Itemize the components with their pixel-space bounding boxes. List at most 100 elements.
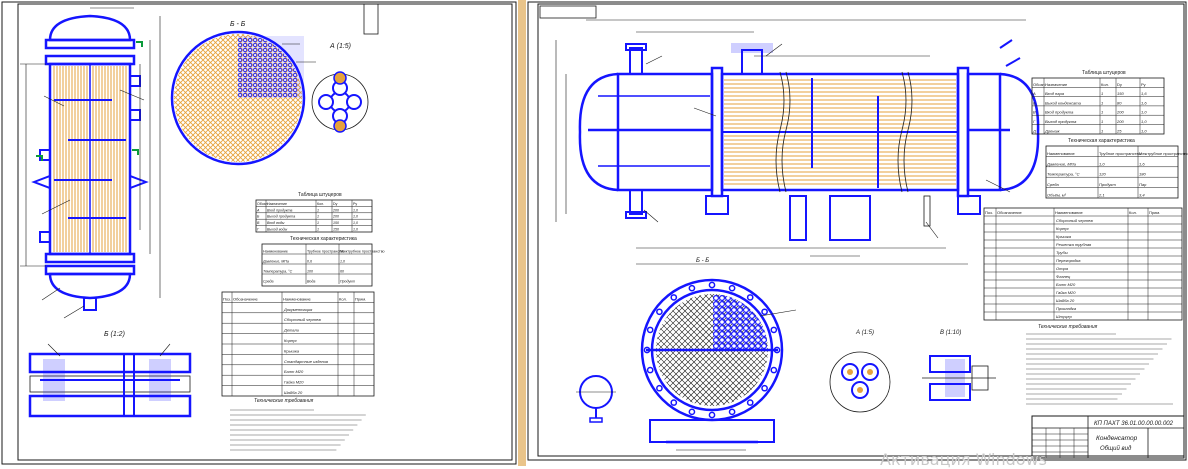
- spec-row-name: Болт М20: [284, 369, 304, 374]
- table-cell: 1: [317, 208, 319, 212]
- spec-row-name: Опора: [1056, 266, 1069, 271]
- table-cell: 1: [1101, 110, 1103, 115]
- table-header-cell: Межтрубное пространство: [340, 250, 385, 254]
- table-cell: 0,6: [307, 260, 312, 264]
- spec-row-name: Трубы: [1056, 250, 1068, 255]
- table-cell: Б: [1033, 100, 1036, 105]
- table-cell: В: [1033, 110, 1036, 115]
- table-cell: 200: [332, 208, 339, 212]
- table-header-cell: Dу: [1117, 82, 1122, 87]
- right-nozzle-table-title: Таблица штуцеров: [1082, 70, 1126, 76]
- right-tech-table-title: Техническая характеристика: [1068, 138, 1135, 144]
- spec-row-name: Крышка: [1056, 234, 1072, 239]
- table-header-cell: Кол.: [317, 202, 324, 206]
- table-cell: 200: [1116, 110, 1124, 115]
- table-cell: Г: [1033, 119, 1036, 124]
- table-header-cell: Pу: [1141, 82, 1146, 87]
- title-block: КП ПАХТ 36.01.00.00.00.002 Конденсатор О…: [1031, 415, 1185, 459]
- table-cell: 1: [1101, 119, 1103, 124]
- detail-a-label: А (1:5): [855, 330, 874, 336]
- spec-header-cell: Кол.: [1129, 210, 1137, 215]
- table-cell: 1,0: [340, 260, 345, 264]
- horizontal-condenser: [555, 19, 1040, 265]
- table-cell: А: [256, 208, 260, 212]
- spec-header-cell: Наименование: [283, 296, 312, 301]
- table-cell: Температура, °С: [263, 270, 293, 274]
- table-header-cell: Кол.: [1101, 82, 1109, 87]
- right-tech-table: Техническая характеристика Наименование Т…: [1045, 138, 1188, 199]
- table-header-cell: Назначение: [1045, 82, 1068, 87]
- title-block-subtitle: Общий вид: [1100, 445, 1132, 452]
- spec-header-cell: Поз.: [223, 296, 231, 301]
- spec-row-name: Штуцер: [1056, 314, 1072, 319]
- table-cell: 150: [333, 221, 339, 225]
- table-cell: Вход пара: [1045, 91, 1065, 96]
- spec-row-name: Болт М20: [1056, 282, 1076, 287]
- table-cell: 1,0: [1141, 110, 1147, 115]
- specification-table: Поз. Обозначение Наименование Кол. Прим. Доку…: [221, 291, 375, 397]
- right-technical-notes: Технические требования: [1026, 324, 1173, 405]
- spec-header-cell: Обозначение: [997, 210, 1023, 215]
- table-cell: 1: [1101, 100, 1103, 105]
- flange-bolt-detail: А (1:5): [311, 43, 369, 133]
- spec-row-name: Фланец: [1056, 274, 1071, 279]
- vertical-heat-exchanger: [20, 7, 161, 319]
- table-cell: Температура, °С: [1047, 172, 1080, 177]
- spec-row-name: Стандартные изделия: [284, 359, 329, 364]
- nozzle-table: Таблица штуцеров Обозн.Назначение Кол. Dу P…: [255, 192, 373, 233]
- table-cell: Давление, МПа: [262, 260, 289, 264]
- spec-row-name: Гайка М20: [1056, 290, 1076, 295]
- spec-row-name: Шайба 20: [1056, 298, 1075, 303]
- drawing-sheet-left: Б - Б А (1:5) Б (1:2) Таблица штуцеров О…: [0, 0, 518, 466]
- table-header-cell: Pу: [353, 202, 357, 206]
- table-cell: В: [257, 221, 260, 225]
- spec-header-cell: Прим.: [1149, 210, 1160, 215]
- spec-row-name: Шайба 20: [284, 390, 303, 395]
- table-cell: 100: [307, 270, 313, 274]
- table-cell: 1: [317, 215, 319, 219]
- table-cell: 150: [1117, 91, 1124, 96]
- title-block-name: Конденсатор: [1096, 434, 1138, 442]
- table-cell: 3,4: [1139, 193, 1145, 198]
- spec-header-cell: Кол.: [339, 296, 347, 301]
- table-cell: 150: [333, 228, 339, 232]
- spec-header-cell: Обозначение: [233, 296, 259, 301]
- table-cell: 1: [1101, 91, 1103, 96]
- section-label-lower: Б (1:2): [104, 331, 125, 338]
- table-cell: Продукт: [340, 280, 355, 284]
- right-notes-title: Технические требования: [1038, 324, 1098, 330]
- detail-a-bolts: А (1:5): [829, 330, 891, 413]
- table-cell: 25: [1116, 128, 1122, 133]
- left-drawing: Б - Б А (1:5) Б (1:2) Таблица штуцеров О…: [1, 1, 517, 465]
- table-cell: 1,0: [353, 221, 358, 225]
- table-cell: 1,0: [353, 208, 358, 212]
- table-cell: Объём, м³: [1047, 193, 1067, 198]
- table-cell: 1: [317, 228, 319, 232]
- spec-row-name: Перегородка: [1056, 258, 1081, 263]
- table-cell: 1,0: [1141, 119, 1147, 124]
- table-header-cell: Dу: [333, 202, 338, 206]
- sheet-gap: [518, 0, 526, 466]
- spec-row-name: Корпус: [284, 338, 297, 343]
- table-cell: 1,6: [1141, 100, 1147, 105]
- right-spec-table: Поз. Обозначение Наименование Кол. Прим. Сбор…: [983, 207, 1183, 321]
- table-cell: 200: [332, 215, 339, 219]
- technical-notes: Технические требования: [230, 398, 366, 451]
- title-block-code: КП ПАХТ 36.01.00.00.00.002: [1094, 421, 1174, 427]
- bolted-joint-section: Б (1:2): [28, 331, 192, 418]
- tech-characteristics-table: Техническая характеристика Наименование Т…: [261, 236, 385, 287]
- table-cell: 60: [340, 270, 344, 274]
- table-cell: 1,0: [353, 228, 358, 232]
- spec-row-name: Прокладка: [1056, 306, 1077, 311]
- spec-row-name: Крышка: [284, 348, 300, 353]
- table-cell: 2,1: [1098, 193, 1105, 198]
- table-header-cell: Наименование: [263, 250, 288, 254]
- table-cell: 1,6: [1141, 91, 1147, 96]
- table-cell: 80: [1117, 100, 1122, 105]
- spec-row-name: Гайка М20: [284, 380, 304, 385]
- spec-row-name: Документация: [283, 307, 313, 312]
- notes-title: Технические требования: [254, 398, 314, 404]
- table-cell: Выход продукта: [1045, 119, 1077, 124]
- table-header-cell: Межтрубное пространство: [1139, 151, 1188, 156]
- table-cell: Б: [257, 215, 260, 219]
